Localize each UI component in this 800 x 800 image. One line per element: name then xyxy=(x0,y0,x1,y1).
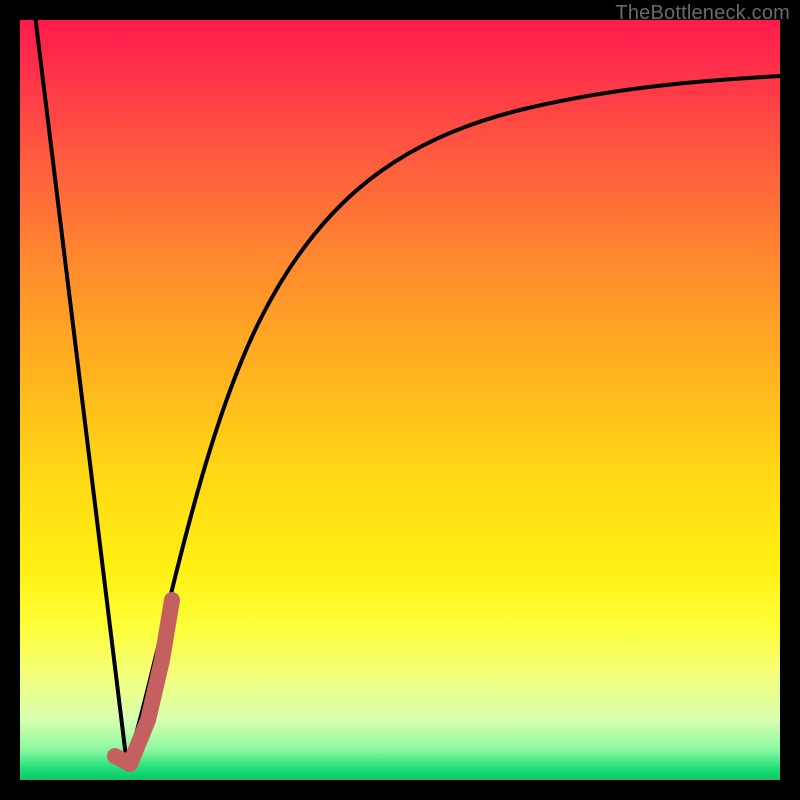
plot-area xyxy=(20,20,780,780)
right-ascent-curve xyxy=(127,75,780,765)
chart-frame: TheBottleneck.com xyxy=(0,0,800,800)
left-descent-line xyxy=(35,20,127,765)
curve-layer xyxy=(20,20,780,780)
